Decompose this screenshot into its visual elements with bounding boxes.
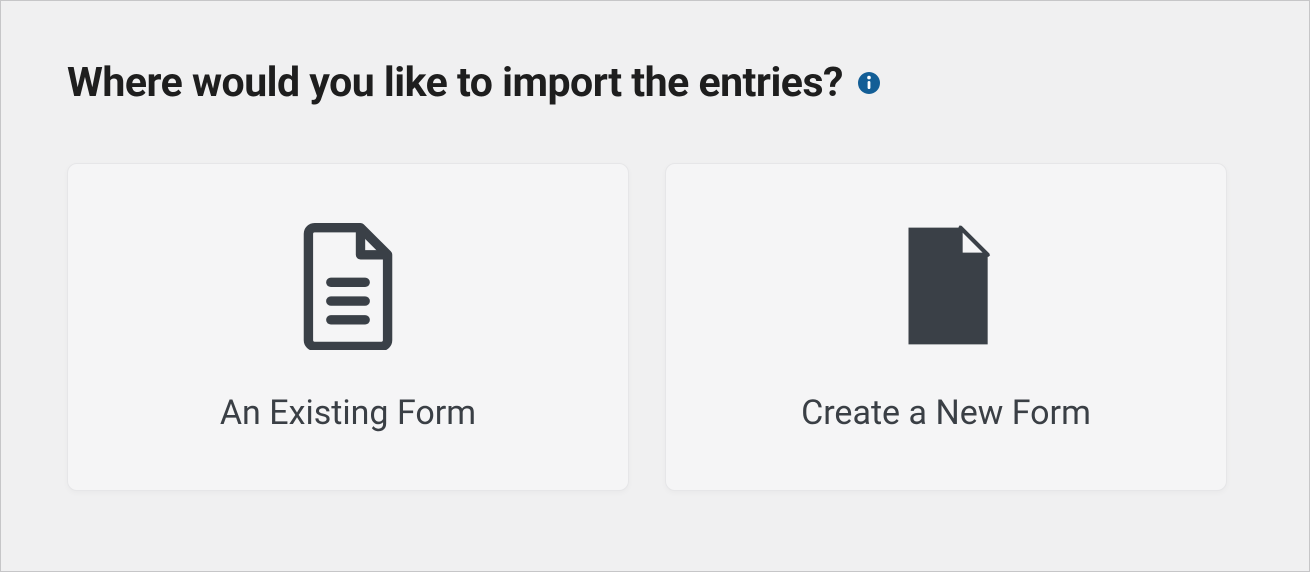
heading-row: Where would you like to import the entri… [67,59,1243,107]
option-label: An Existing Form [220,393,476,433]
page-title: Where would you like to import the entri… [67,59,843,107]
option-create-new-form[interactable]: Create a New Form [665,163,1227,491]
import-target-step: Where would you like to import the entri… [0,0,1310,572]
info-icon[interactable] [857,71,881,95]
option-existing-form[interactable]: An Existing Form [67,163,629,491]
doc-blank-icon [881,221,1011,351]
option-label: Create a New Form [801,393,1091,433]
option-grid: An Existing Form Cr [67,163,1243,491]
doc-lines-icon [283,221,413,351]
